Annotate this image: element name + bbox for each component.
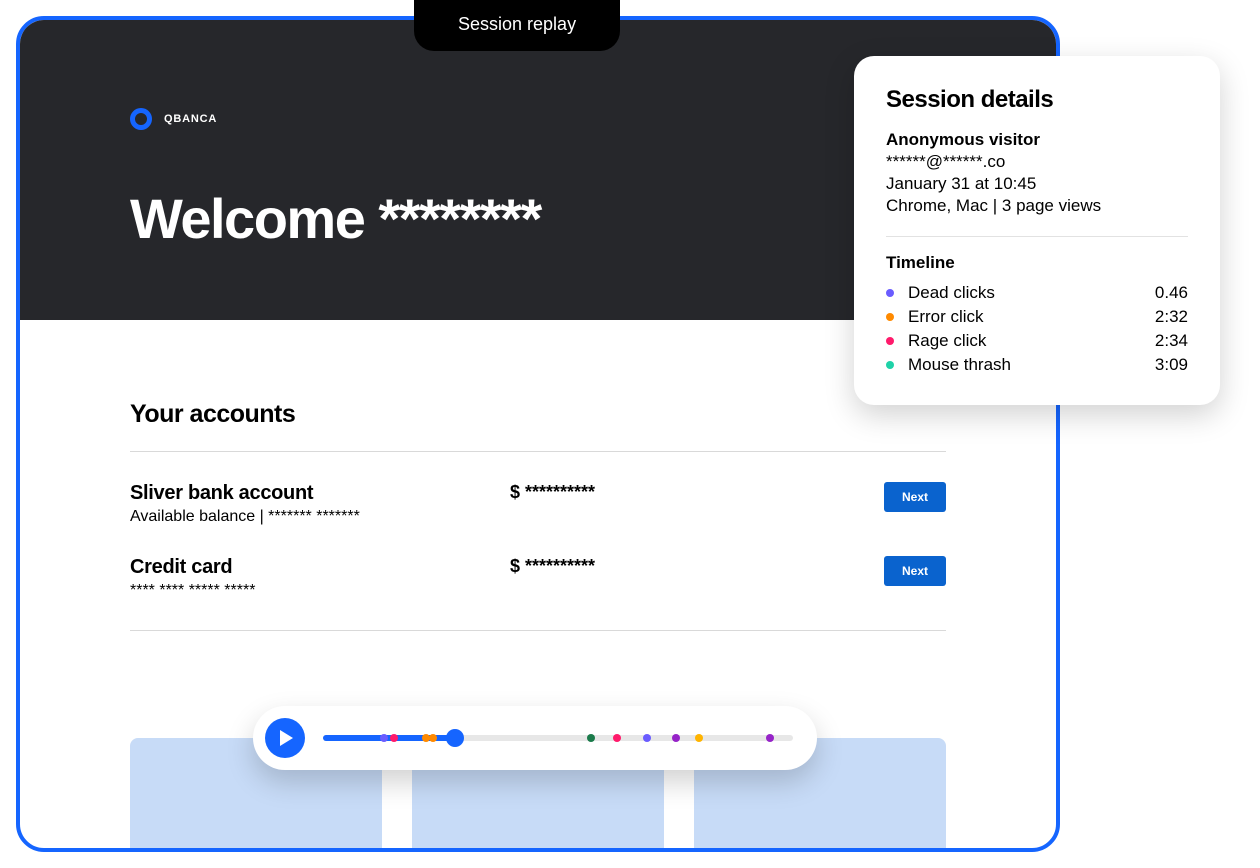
play-icon	[280, 730, 293, 746]
brand-name: QBANCA	[164, 113, 217, 125]
event-time: 2:32	[1155, 307, 1188, 327]
replay-player	[253, 706, 817, 770]
timeline-heading: Timeline	[886, 253, 1188, 273]
divider	[886, 236, 1188, 237]
account-row: Credit card **** **** ***** ***** $ ****…	[130, 556, 946, 600]
details-title: Session details	[886, 86, 1188, 114]
timeline-event[interactable]: Mouse thrash3:09	[886, 355, 1188, 375]
divider	[130, 451, 946, 452]
visitor-email: ******@******.co	[886, 152, 1188, 172]
event-dot-icon	[886, 289, 894, 297]
track-marker-icon[interactable]	[380, 734, 388, 742]
event-dot-icon	[886, 337, 894, 345]
event-time: 3:09	[1155, 355, 1188, 375]
visitor-env: Chrome, Mac | 3 page views	[886, 196, 1188, 216]
visitor-datetime: January 31 at 10:45	[886, 174, 1188, 194]
progress-track[interactable]	[323, 735, 793, 741]
welcome-heading: Welcome ********	[130, 186, 946, 251]
track-marker-icon[interactable]	[613, 734, 621, 742]
account-subtext: **** **** ***** *****	[130, 582, 510, 600]
event-dot-icon	[886, 361, 894, 369]
session-details-card: Session details Anonymous visitor ******…	[854, 56, 1220, 405]
event-dot-icon	[886, 313, 894, 321]
session-replay-tab[interactable]: Session replay	[414, 0, 620, 51]
timeline-event[interactable]: Error click2:32	[886, 307, 1188, 327]
event-time: 0.46	[1155, 283, 1188, 303]
track-marker-icon[interactable]	[429, 734, 437, 742]
event-label: Dead clicks	[908, 283, 1155, 303]
timeline-event[interactable]: Dead clicks0.46	[886, 283, 1188, 303]
visitor-name: Anonymous visitor	[886, 130, 1188, 150]
progress-thumb[interactable]	[446, 729, 464, 747]
event-time: 2:34	[1155, 331, 1188, 351]
account-amount: $ **********	[510, 556, 595, 577]
ring-icon	[130, 108, 152, 130]
account-row: Sliver bank account Available balance | …	[130, 482, 946, 526]
brand-logo: QBANCA	[130, 108, 946, 130]
event-label: Rage click	[908, 331, 1155, 351]
track-marker-icon[interactable]	[390, 734, 398, 742]
track-marker-icon[interactable]	[643, 734, 651, 742]
event-label: Mouse thrash	[908, 355, 1155, 375]
track-marker-icon[interactable]	[766, 734, 774, 742]
track-marker-icon[interactable]	[695, 734, 703, 742]
divider	[130, 630, 946, 631]
event-label: Error click	[908, 307, 1155, 327]
account-name: Sliver bank account	[130, 482, 510, 505]
next-button[interactable]: Next	[884, 556, 946, 586]
play-button[interactable]	[265, 718, 305, 758]
account-name: Credit card	[130, 556, 510, 579]
account-amount: $ **********	[510, 482, 595, 503]
account-subtext: Available balance | ******* *******	[130, 508, 510, 526]
accounts-heading: Your accounts	[130, 400, 946, 429]
track-marker-icon[interactable]	[672, 734, 680, 742]
track-marker-icon[interactable]	[587, 734, 595, 742]
timeline-list: Dead clicks0.46Error click2:32Rage click…	[886, 283, 1188, 375]
timeline-event[interactable]: Rage click2:34	[886, 331, 1188, 351]
next-button[interactable]: Next	[884, 482, 946, 512]
